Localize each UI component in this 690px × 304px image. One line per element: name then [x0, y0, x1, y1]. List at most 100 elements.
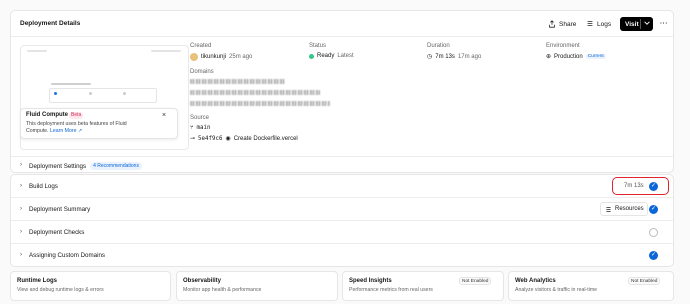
globe-icon: ⊕ [546, 54, 552, 60]
visit-button[interactable]: Visit [620, 17, 653, 31]
deployment-summary-label: Deployment Summary [29, 206, 91, 213]
branch-text: main [196, 125, 211, 131]
card-title: Speed Insights [349, 278, 392, 284]
learn-more-link[interactable]: Learn More [50, 128, 77, 134]
observability-card[interactable]: Observability Monitor app health & perfo… [176, 271, 338, 301]
deployment-checks-row[interactable]: › Deployment Checks [11, 221, 673, 244]
recommendations-badge[interactable]: 4 Recommendations [90, 162, 142, 170]
web-analytics-card[interactable]: Web Analytics Analyze visitors & traffic… [508, 271, 674, 301]
card-subtitle: Performance metrics from real users [349, 287, 433, 293]
chevron-down-icon[interactable] [643, 19, 651, 27]
visit-label: Visit [625, 20, 639, 28]
created-time: 25m ago [229, 54, 253, 60]
source-label: Source [190, 115, 210, 121]
runtime-logs-card[interactable]: Runtime Logs View and debug runtime logs… [10, 271, 171, 301]
clock-icon: ◷ [427, 54, 433, 60]
created-user[interactable]: tikunkunji [201, 54, 226, 60]
commit-message: Create Dockerfile.vercel [233, 135, 298, 142]
commit-icon: ⊸ [190, 136, 196, 142]
thumb-nav [27, 50, 47, 52]
logs-button[interactable]: Logs [586, 17, 611, 31]
fluid-compute-notice: Fluid Compute Beta This deployment uses … [20, 108, 178, 139]
settings-text: Deployment Settings [29, 162, 87, 170]
list-icon [606, 206, 611, 212]
environment-label: Environment [546, 43, 580, 49]
commit-hash: 5e4f9c6 [198, 135, 223, 142]
thumb-nav-links [151, 50, 181, 52]
check-icon: ✓ [649, 205, 658, 214]
deployment-summary-row[interactable]: › Deployment Summary Resources ✓ [11, 198, 673, 221]
external-link-icon: ↗ [77, 128, 83, 134]
build-logs-row[interactable]: › Build Logs 7m 13s ✓ [11, 175, 673, 198]
duration-label: Duration [427, 43, 450, 49]
resources-label: Resources [615, 206, 644, 212]
status-label: Status [309, 43, 327, 49]
custom-domains-label: Assigning Custom Domains [29, 252, 105, 259]
environment-text: Production [554, 53, 583, 60]
current-badge: Current [585, 54, 606, 59]
logs-icon [587, 21, 593, 26]
deployment-settings-label: Deployment Settings 4 Recommendations [29, 162, 142, 170]
thumb-dot [89, 92, 92, 95]
domain-link[interactable] [190, 101, 330, 106]
status-value: Ready Latest [309, 53, 354, 59]
chevron-right-icon: › [20, 252, 22, 258]
commit-value[interactable]: ⊸ 5e4f9c6 ◉ Create Dockerfile.vercel [190, 135, 298, 143]
domains-label: Domains [190, 69, 214, 75]
card-subtitle: Monitor app health & performance [183, 287, 262, 293]
panel-header: Deployment Details Share Logs Visit ··· [11, 11, 673, 37]
fluid-title: Fluid Compute [26, 112, 68, 118]
pending-icon [649, 228, 658, 237]
resources-button[interactable]: Resources [600, 202, 648, 216]
card-title: Web Analytics [515, 278, 556, 284]
share-button[interactable]: Share [548, 17, 576, 31]
fluid-description: This deployment uses beta features of Fl… [26, 121, 136, 135]
chevron-right-icon: › [20, 229, 22, 235]
page-title: Deployment Details [20, 20, 81, 27]
beta-badge: Beta [69, 112, 84, 119]
deployment-details-panel: Deployment Details Share Logs Visit ··· … [10, 10, 674, 173]
not-enabled-badge: Not Enabled [628, 277, 661, 285]
created-value: tikunkunji 25m ago [190, 53, 252, 61]
logs-label: Logs [597, 20, 612, 28]
chevron-right-icon: › [20, 183, 22, 189]
close-icon[interactable]: × [162, 112, 166, 119]
speed-insights-card[interactable]: Speed Insights Performance metrics from … [342, 271, 504, 301]
card-title: Observability [183, 278, 222, 284]
domain-link[interactable] [190, 79, 285, 84]
build-logs-label: Build Logs [29, 183, 58, 190]
avatar [190, 53, 198, 61]
thumb-heading [51, 83, 91, 85]
deployment-settings-row[interactable]: › Deployment Settings 4 Recommendations [11, 156, 673, 173]
check-icon: ✓ [649, 251, 658, 260]
share-icon [549, 20, 555, 28]
fluid-text: This deployment uses beta features of Fl… [26, 121, 127, 134]
chevron-right-icon: › [20, 206, 22, 212]
deployment-checks-label: Deployment Checks [29, 229, 85, 236]
thumb-dot [123, 92, 126, 95]
status-sub: Latest [337, 53, 354, 59]
card-subtitle: View and debug runtime logs & errors [17, 287, 104, 293]
more-options-button[interactable]: ··· [660, 16, 668, 30]
created-label: Created [190, 43, 212, 49]
branch-icon: ⑂ [190, 125, 194, 131]
thumb-dot [54, 92, 57, 95]
not-enabled-badge: Not Enabled [459, 277, 492, 285]
card-subtitle: Analyze visitors & traffic in real-time [515, 287, 598, 293]
share-label: Share [559, 20, 577, 28]
custom-domains-row[interactable]: › Assigning Custom Domains ✓ [11, 244, 673, 267]
duration-sub: 17m ago [457, 53, 482, 60]
card-title: Runtime Logs [17, 278, 57, 284]
duration-value: ◷ 7m 13s 17m ago [427, 53, 482, 61]
branch-value[interactable]: ⑂ main [190, 125, 210, 131]
thumb-steps [49, 88, 157, 103]
duration-text: 7m 13s [435, 53, 455, 60]
deployment-steps-panel: › Build Logs 7m 13s ✓ › Deployment Summa… [10, 174, 674, 267]
environment-value: ⊕ Production Current [546, 53, 606, 60]
status-dot [309, 53, 314, 59]
chevron-right-icon: › [20, 162, 22, 168]
visit-divider [640, 19, 641, 29]
domain-link[interactable] [190, 90, 320, 95]
github-icon: ◉ [225, 136, 231, 142]
status-text: Ready [317, 53, 335, 59]
